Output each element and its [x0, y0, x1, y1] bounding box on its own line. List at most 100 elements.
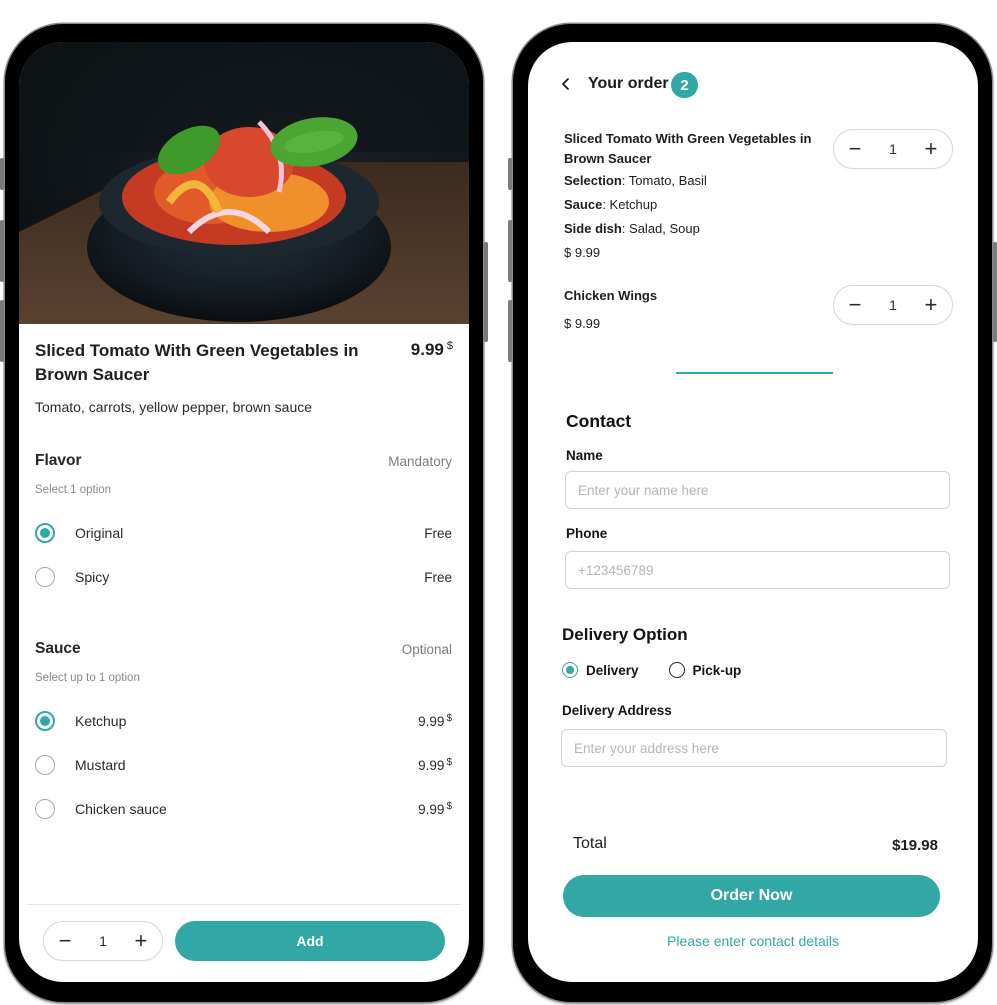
phone-side-button — [0, 158, 4, 190]
address-input[interactable] — [561, 729, 947, 767]
quantity-stepper: − 1 + — [43, 921, 163, 961]
option-label: Chicken sauce — [75, 801, 167, 817]
phone-input[interactable] — [565, 551, 950, 589]
back-chevron-icon[interactable] — [558, 74, 572, 94]
detail-value: Tomato, Basil — [625, 173, 707, 188]
phone-side-button — [508, 158, 512, 190]
minus-button[interactable]: − — [56, 930, 74, 952]
dish-photo-illustration — [19, 42, 469, 324]
name-input[interactable] — [565, 471, 950, 509]
option-price: Free — [424, 569, 452, 585]
radio-checked[interactable] — [35, 523, 55, 543]
item-quantity-stepper: − 1 + — [833, 285, 953, 325]
delivery-option-group: Delivery Pick-up — [562, 662, 771, 678]
radio-checked[interactable] — [562, 662, 578, 678]
phone-label: Phone — [566, 526, 608, 541]
item-quantity-stepper: − 1 + — [833, 129, 953, 169]
option-label: Spicy — [75, 569, 110, 585]
radio-checked[interactable] — [35, 711, 55, 731]
detail-key: Side dish — [564, 221, 622, 236]
validation-hint: Please enter contact details — [667, 933, 839, 949]
section-tag-mandatory: Mandatory — [388, 454, 452, 469]
phone-power-button — [993, 242, 997, 342]
option-label: Delivery — [586, 662, 639, 678]
option-price-value: 9.99 — [418, 714, 445, 729]
item-detail: Side dish: Salad, Soup — [564, 221, 700, 236]
order-item: Sliced Tomato With Green Vegetables in B… — [564, 129, 824, 265]
radio-unchecked[interactable] — [35, 567, 55, 587]
delivery-option-delivery[interactable]: Delivery — [562, 662, 639, 678]
radio-unchecked[interactable] — [35, 755, 55, 775]
delivery-option-pickup[interactable]: Pick-up — [668, 662, 742, 678]
sauce-option-chicken-sauce[interactable]: Chicken sauce 9.99 $ — [35, 797, 452, 821]
item-name: Sliced Tomato With Green Vegetables in B… — [564, 131, 812, 166]
plus-button[interactable]: + — [132, 930, 150, 952]
currency-symbol: $ — [446, 757, 452, 768]
minus-button[interactable]: − — [846, 294, 864, 316]
phone-side-button — [508, 300, 512, 362]
item-name: Chicken Wings — [564, 288, 658, 303]
dish-price-value: 9.99 — [410, 340, 444, 359]
page-title: Your order — [588, 75, 669, 92]
radio-unchecked[interactable] — [35, 799, 55, 819]
option-label: Pick-up — [692, 662, 742, 678]
dish-description: Tomato, carrots, yellow pepper, brown sa… — [35, 399, 313, 415]
order-screen: Your order 2 Sliced Tomato With Green Ve… — [528, 42, 978, 982]
quantity-value: 1 — [889, 297, 897, 313]
option-price: 9.99 $ — [418, 757, 452, 773]
option-label: Ketchup — [75, 713, 127, 729]
detail-key: Selection — [564, 173, 622, 188]
option-label: Mustard — [75, 757, 126, 773]
section-title-flavor: Flavor — [35, 452, 82, 469]
address-label: Delivery Address — [562, 703, 672, 718]
option-price-value: 9.99 — [418, 802, 445, 817]
dish-image — [19, 42, 469, 324]
section-tag-optional: Optional — [401, 642, 452, 657]
item-detail: Selection: Tomato, Basil — [564, 173, 707, 188]
phone-side-button — [0, 300, 4, 362]
quantity-value: 1 — [889, 141, 897, 157]
flavor-option-spicy[interactable]: Spicy Free — [35, 565, 452, 589]
radio-unchecked[interactable] — [668, 662, 685, 678]
order-count-badge: 2 — [671, 72, 698, 98]
phone-frame-product: Sliced Tomato With Green Vegetables in B… — [0, 24, 488, 1002]
phone-side-button — [0, 220, 4, 282]
flavor-option-original[interactable]: Original Free — [35, 521, 452, 545]
total-label: Total — [573, 835, 607, 852]
sauce-option-mustard[interactable]: Mustard 9.99 $ — [35, 753, 452, 777]
section-hint: Select 1 option — [35, 484, 112, 496]
delivery-section-title: Delivery Option — [562, 625, 688, 644]
detail-key: Sauce — [564, 197, 603, 212]
detail-value: Salad, Soup — [625, 221, 700, 236]
detail-value: Ketchup — [605, 197, 658, 212]
currency-symbol: $ — [446, 713, 452, 724]
option-price-value: 9.99 — [418, 758, 445, 773]
dish-price: 9.99 $ — [411, 340, 453, 360]
minus-button[interactable]: − — [846, 138, 864, 160]
name-label: Name — [566, 448, 603, 463]
currency-symbol: $ — [446, 801, 452, 812]
section-divider — [676, 372, 833, 374]
phone-side-button — [508, 220, 512, 282]
sauce-option-ketchup[interactable]: Ketchup 9.99 $ — [35, 709, 452, 733]
item-price: $ 9.99 — [564, 316, 601, 331]
divider — [27, 904, 461, 905]
total-value: $19.98 — [892, 837, 938, 854]
item-detail: Sauce: Ketchup — [564, 197, 658, 212]
plus-button[interactable]: + — [922, 138, 940, 160]
section-title-sauce: Sauce — [35, 640, 81, 657]
dish-title: Sliced Tomato With Green Vegetables in B… — [35, 341, 359, 384]
phone-frame-order: Your order 2 Sliced Tomato With Green Ve… — [508, 24, 997, 1002]
currency-symbol: $ — [446, 340, 453, 352]
phone-power-button — [484, 242, 488, 342]
option-price: 9.99 $ — [418, 801, 452, 817]
plus-button[interactable]: + — [922, 294, 940, 316]
option-price: 9.99 $ — [418, 713, 452, 729]
add-to-order-button[interactable]: Add — [175, 921, 445, 961]
quantity-value: 1 — [99, 933, 107, 949]
order-item: Chicken Wings $ 9.99 — [564, 286, 824, 336]
product-detail-screen: Sliced Tomato With Green Vegetables in B… — [19, 42, 469, 982]
section-hint: Select up to 1 option — [35, 672, 140, 684]
item-price: $ 9.99 — [564, 245, 601, 260]
order-now-button[interactable]: Order Now — [563, 875, 940, 917]
